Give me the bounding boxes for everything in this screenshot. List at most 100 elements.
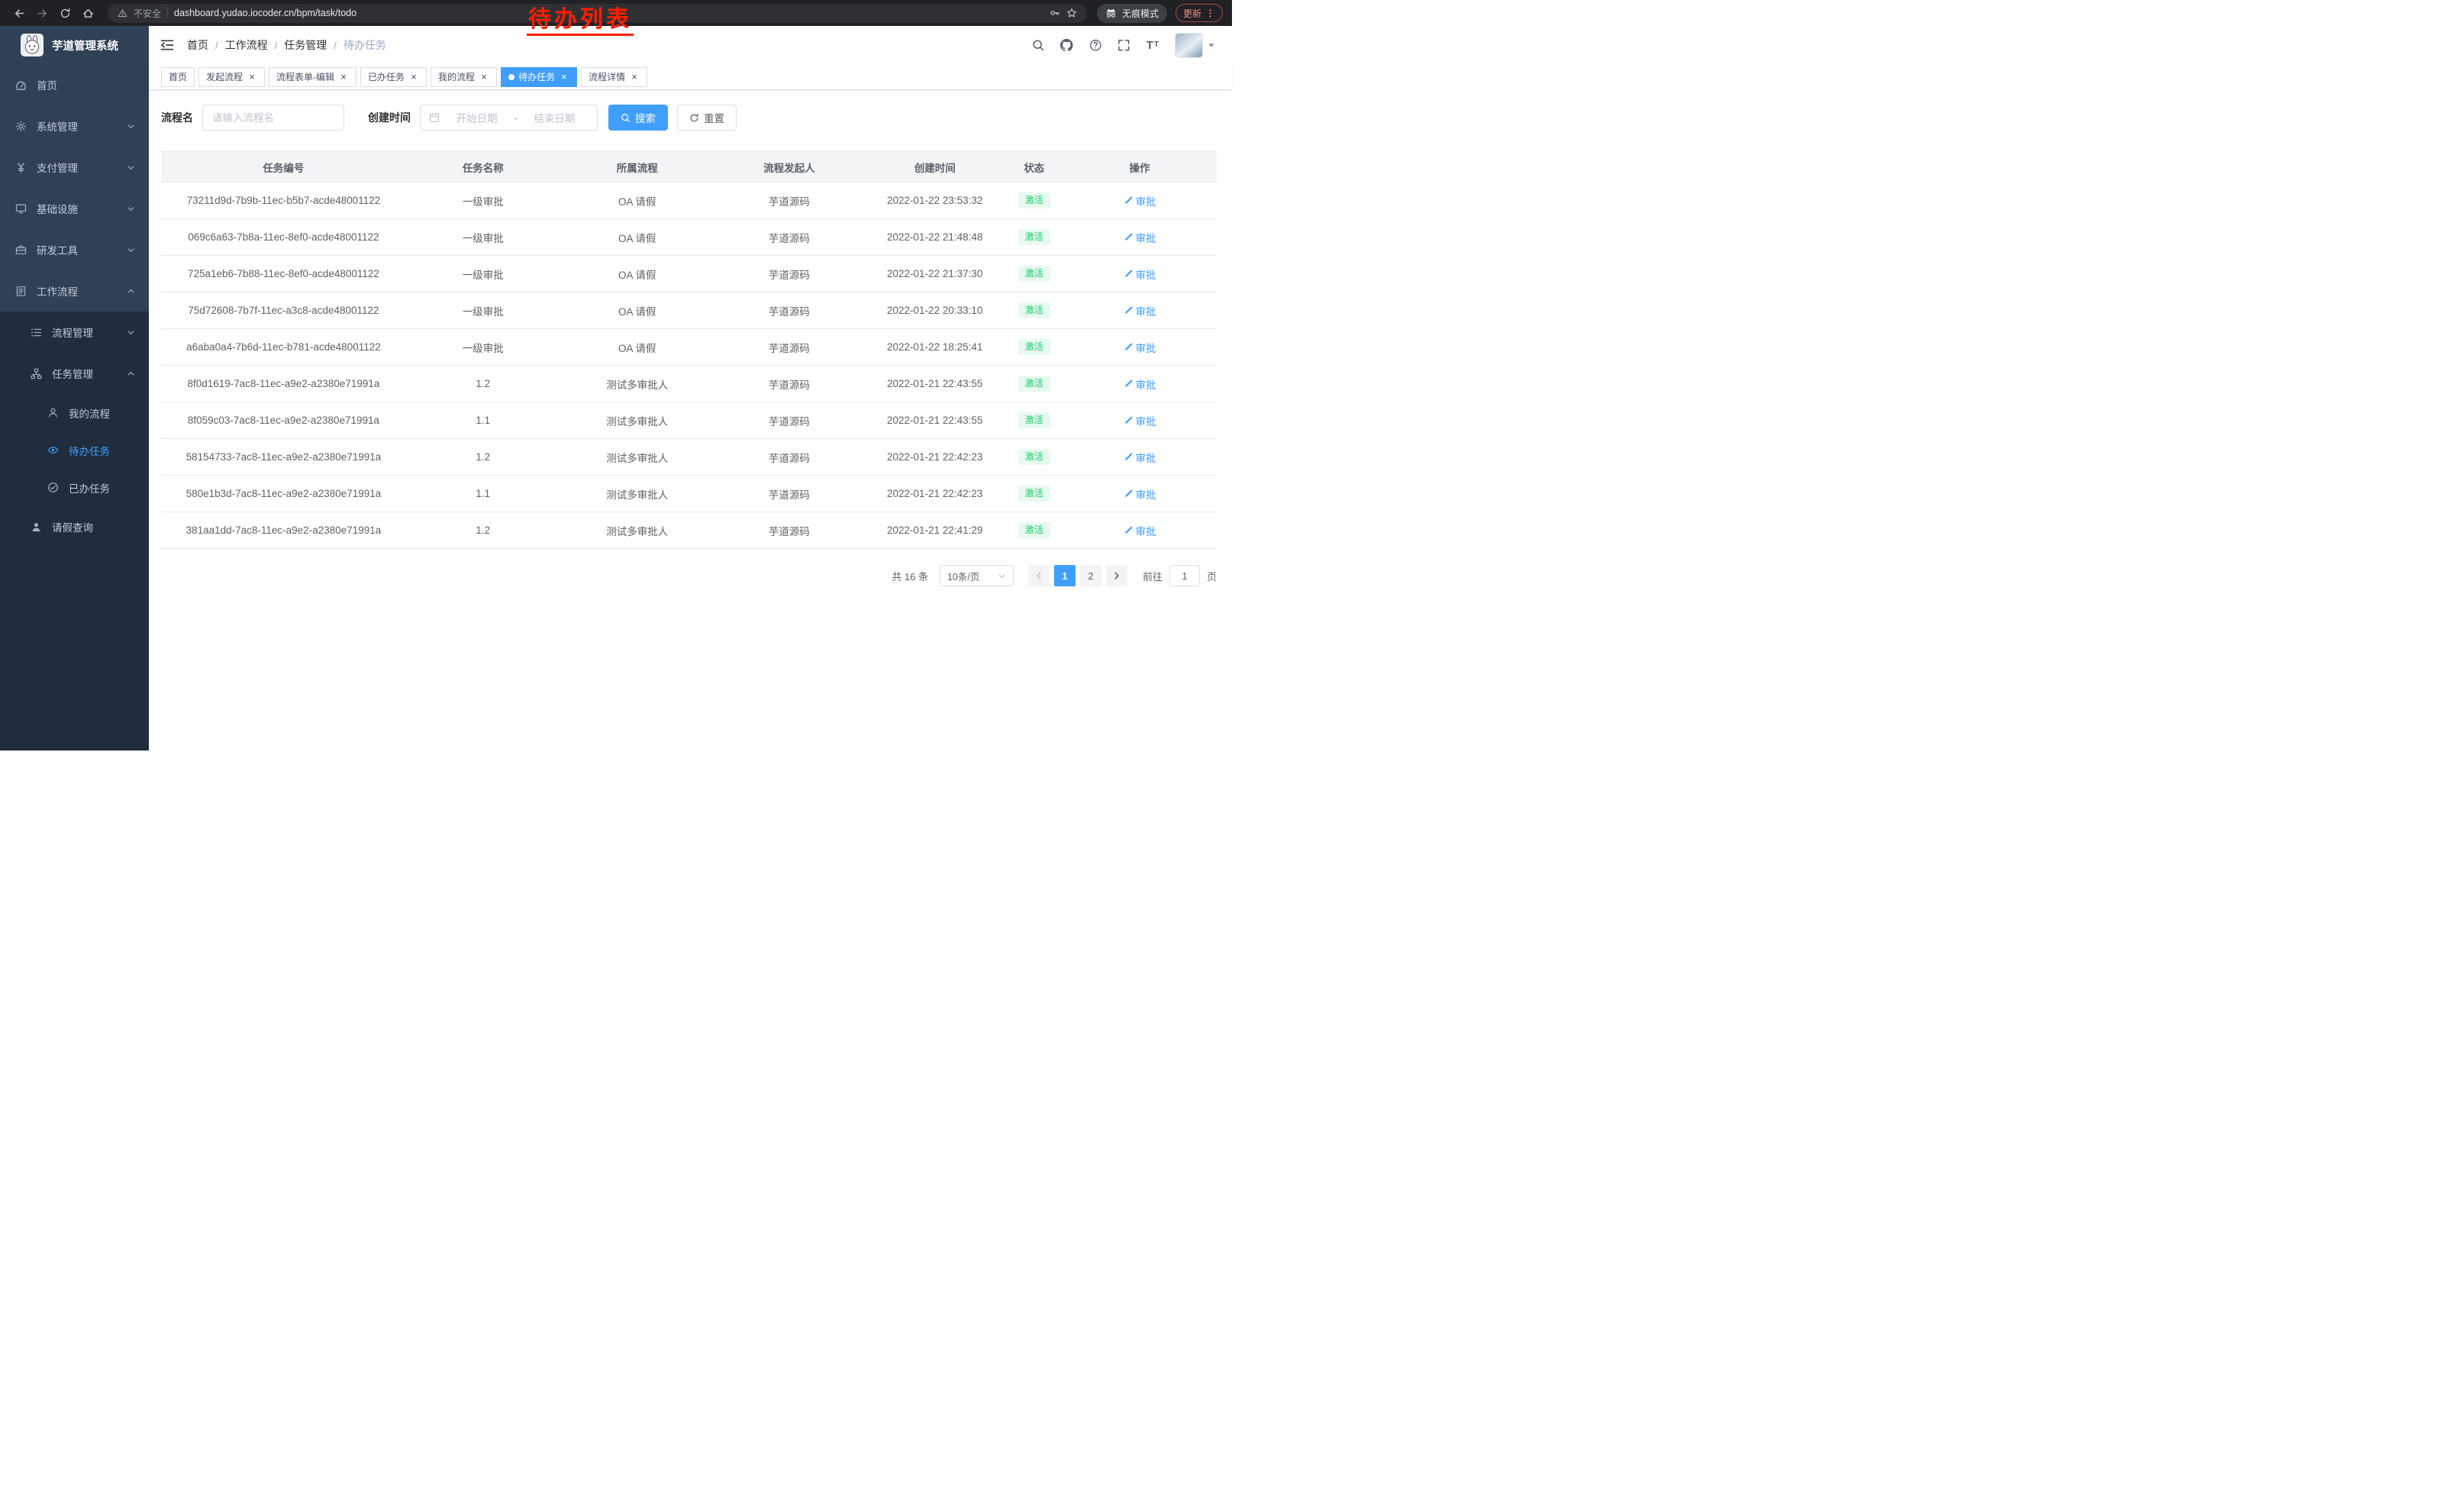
sidebar-item-workflow[interactable]: 工作流程 (0, 270, 149, 311)
approve-link[interactable]: 审批 (1124, 376, 1156, 392)
process-name-input[interactable] (202, 105, 344, 131)
menu-dots-icon[interactable] (1205, 8, 1215, 18)
sidebar-item-label: 研发工具 (37, 242, 78, 257)
approve-link[interactable]: 审批 (1124, 486, 1156, 502)
reset-button[interactable]: 重置 (677, 105, 737, 131)
fullscreen-icon[interactable] (1118, 39, 1130, 52)
cell-task-id: 8f059c03-7ac8-11ec-a9e2-a2380e71991a (161, 402, 406, 439)
user-icon (31, 521, 42, 533)
search-button[interactable]: 搜索 (608, 105, 668, 131)
font-size-icon[interactable]: TT (1147, 40, 1159, 51)
list-icon (31, 327, 42, 338)
tab-label: 首页 (169, 70, 187, 83)
approve-link[interactable]: 审批 (1124, 230, 1156, 245)
cell-process: 测试多审批人 (560, 476, 714, 512)
approve-link[interactable]: 审批 (1124, 193, 1156, 208)
back-icon[interactable] (9, 3, 29, 23)
tab-todo-tasks[interactable]: 待办任务 × (501, 67, 577, 87)
bookmark-star-icon[interactable] (1066, 8, 1077, 18)
todo-task-table: 任务编号任务名称所属流程流程发起人创建时间状态操作 73211d9d-7b9b-… (161, 151, 1217, 549)
cell-task-id: 73211d9d-7b9b-11ec-b5b7-acde48001122 (161, 182, 406, 219)
cell-process: OA 请假 (560, 219, 714, 256)
tab-process-form-edit[interactable]: 流程表单-编辑× (269, 67, 356, 87)
cell-actions: 审批 (1063, 402, 1217, 439)
goto-page-input[interactable] (1169, 565, 1200, 586)
sidebar-item-dev-tools[interactable]: 研发工具 (0, 229, 149, 270)
tab-home[interactable]: 首页 (161, 67, 195, 87)
tab-process-detail[interactable]: 流程详情× (581, 67, 647, 87)
approve-link[interactable]: 审批 (1124, 450, 1156, 465)
password-key-icon[interactable] (1050, 8, 1060, 18)
approve-link[interactable]: 审批 (1124, 266, 1156, 282)
sidebar-item-payment-management[interactable]: 支付管理 (0, 147, 149, 188)
table-row: 580e1b3d-7ac8-11ec-a9e2-a2380e71991a1.1测… (161, 476, 1217, 512)
tab-close-icon[interactable]: × (559, 72, 569, 82)
date-range-picker[interactable]: 开始日期 - 结束日期 (420, 105, 598, 131)
sidebar-item-task-management[interactable]: 任务管理 (0, 353, 149, 394)
tab-close-icon[interactable]: × (338, 72, 349, 82)
approve-link[interactable]: 审批 (1124, 413, 1156, 428)
cell-task-id: 580e1b3d-7ac8-11ec-a9e2-a2380e71991a (161, 476, 406, 512)
address-bar[interactable]: 不安全 dashboard.yudao.iocoder.cn/bpm/task/… (108, 4, 1087, 23)
sidebar-item-my-process[interactable]: 我的流程 (0, 394, 149, 431)
table-row: 8f059c03-7ac8-11ec-a9e2-a2380e71991a1.1测… (161, 402, 1217, 439)
tab-done-tasks[interactable]: 已办任务× (360, 67, 427, 87)
cell-task-id: 069c6a63-7b8a-11ec-8ef0-acde48001122 (161, 219, 406, 256)
cell-status: 激活 (1005, 366, 1063, 402)
browser-chrome: 不安全 dashboard.yudao.iocoder.cn/bpm/task/… (0, 0, 1232, 26)
tab-close-icon[interactable]: × (408, 72, 419, 82)
cell-status: 激活 (1005, 182, 1063, 219)
approve-link-label: 审批 (1136, 303, 1156, 318)
tab-start-process[interactable]: 发起流程× (198, 67, 265, 87)
sidebar-item-done-tasks[interactable]: 已办任务 (0, 469, 149, 506)
tab-my-process[interactable]: 我的流程× (431, 67, 497, 87)
next-page-button[interactable] (1106, 565, 1127, 586)
end-date-placeholder: 结束日期 (521, 110, 589, 125)
forward-icon[interactable] (32, 3, 52, 23)
chevron-up-icon (127, 287, 135, 295)
page-button-1[interactable]: 1 (1054, 565, 1076, 586)
cell-task-name: 一级审批 (406, 219, 560, 256)
github-icon[interactable] (1060, 39, 1073, 52)
tab-close-icon[interactable]: × (479, 72, 489, 82)
breadcrumb-item[interactable]: 工作流程 (225, 37, 268, 53)
refresh-icon[interactable] (55, 3, 75, 23)
approve-link[interactable]: 审批 (1124, 523, 1156, 538)
breadcrumb-item[interactable]: 任务管理 (284, 37, 327, 53)
table-row: 8f0d1619-7ac8-11ec-a9e2-a2380e71991a1.2测… (161, 366, 1217, 402)
breadcrumb-item[interactable]: 首页 (187, 37, 208, 53)
approve-link[interactable]: 审批 (1124, 340, 1156, 355)
help-icon[interactable] (1089, 39, 1102, 52)
tab-label: 待办任务 (518, 70, 555, 83)
home-icon[interactable] (78, 3, 98, 23)
sidebar-item-infrastructure[interactable]: 基础设施 (0, 188, 149, 229)
cell-create-time: 2022-01-22 21:48:48 (864, 219, 1005, 256)
cell-create-time: 2022-01-22 23:53:32 (864, 182, 1005, 219)
create-time-label: 创建时间 (368, 110, 411, 125)
cell-task-id: 8f0d1619-7ac8-11ec-a9e2-a2380e71991a (161, 366, 406, 402)
column-header: 创建时间 (864, 152, 1005, 182)
page-button-2[interactable]: 2 (1080, 565, 1101, 586)
collapse-sidebar-icon[interactable] (160, 38, 174, 52)
cell-process: OA 请假 (560, 256, 714, 292)
search-icon[interactable] (1032, 39, 1045, 52)
cell-task-name: 1.1 (406, 402, 560, 439)
sidebar-item-home[interactable]: 首页 (0, 64, 149, 105)
approve-link-label: 审批 (1136, 193, 1156, 208)
sidebar-item-todo-tasks[interactable]: 待办任务 (0, 431, 149, 469)
app-logo-row[interactable]: 芋道管理系统 (0, 26, 149, 64)
prev-page-button[interactable] (1028, 565, 1050, 586)
tab-close-icon[interactable]: × (629, 72, 640, 82)
cell-initiator: 芋道源码 (714, 329, 864, 366)
sidebar-item-leave-query[interactable]: 请假查询 (0, 506, 149, 547)
tab-close-icon[interactable]: × (247, 72, 257, 82)
sidebar-item-process-management[interactable]: 流程管理 (0, 311, 149, 353)
cell-process: 测试多审批人 (560, 366, 714, 402)
update-button[interactable]: 更新 (1176, 4, 1223, 22)
user-avatar[interactable] (1175, 33, 1215, 58)
tags-view-bar: 首页发起流程×流程表单-编辑×已办任务×我的流程×待办任务×流程详情× (149, 64, 1232, 90)
search-button-label: 搜索 (635, 110, 656, 125)
approve-link[interactable]: 审批 (1124, 303, 1156, 318)
page-size-select[interactable]: 10条/页 (940, 565, 1014, 586)
sidebar-item-system-management[interactable]: 系统管理 (0, 105, 149, 147)
